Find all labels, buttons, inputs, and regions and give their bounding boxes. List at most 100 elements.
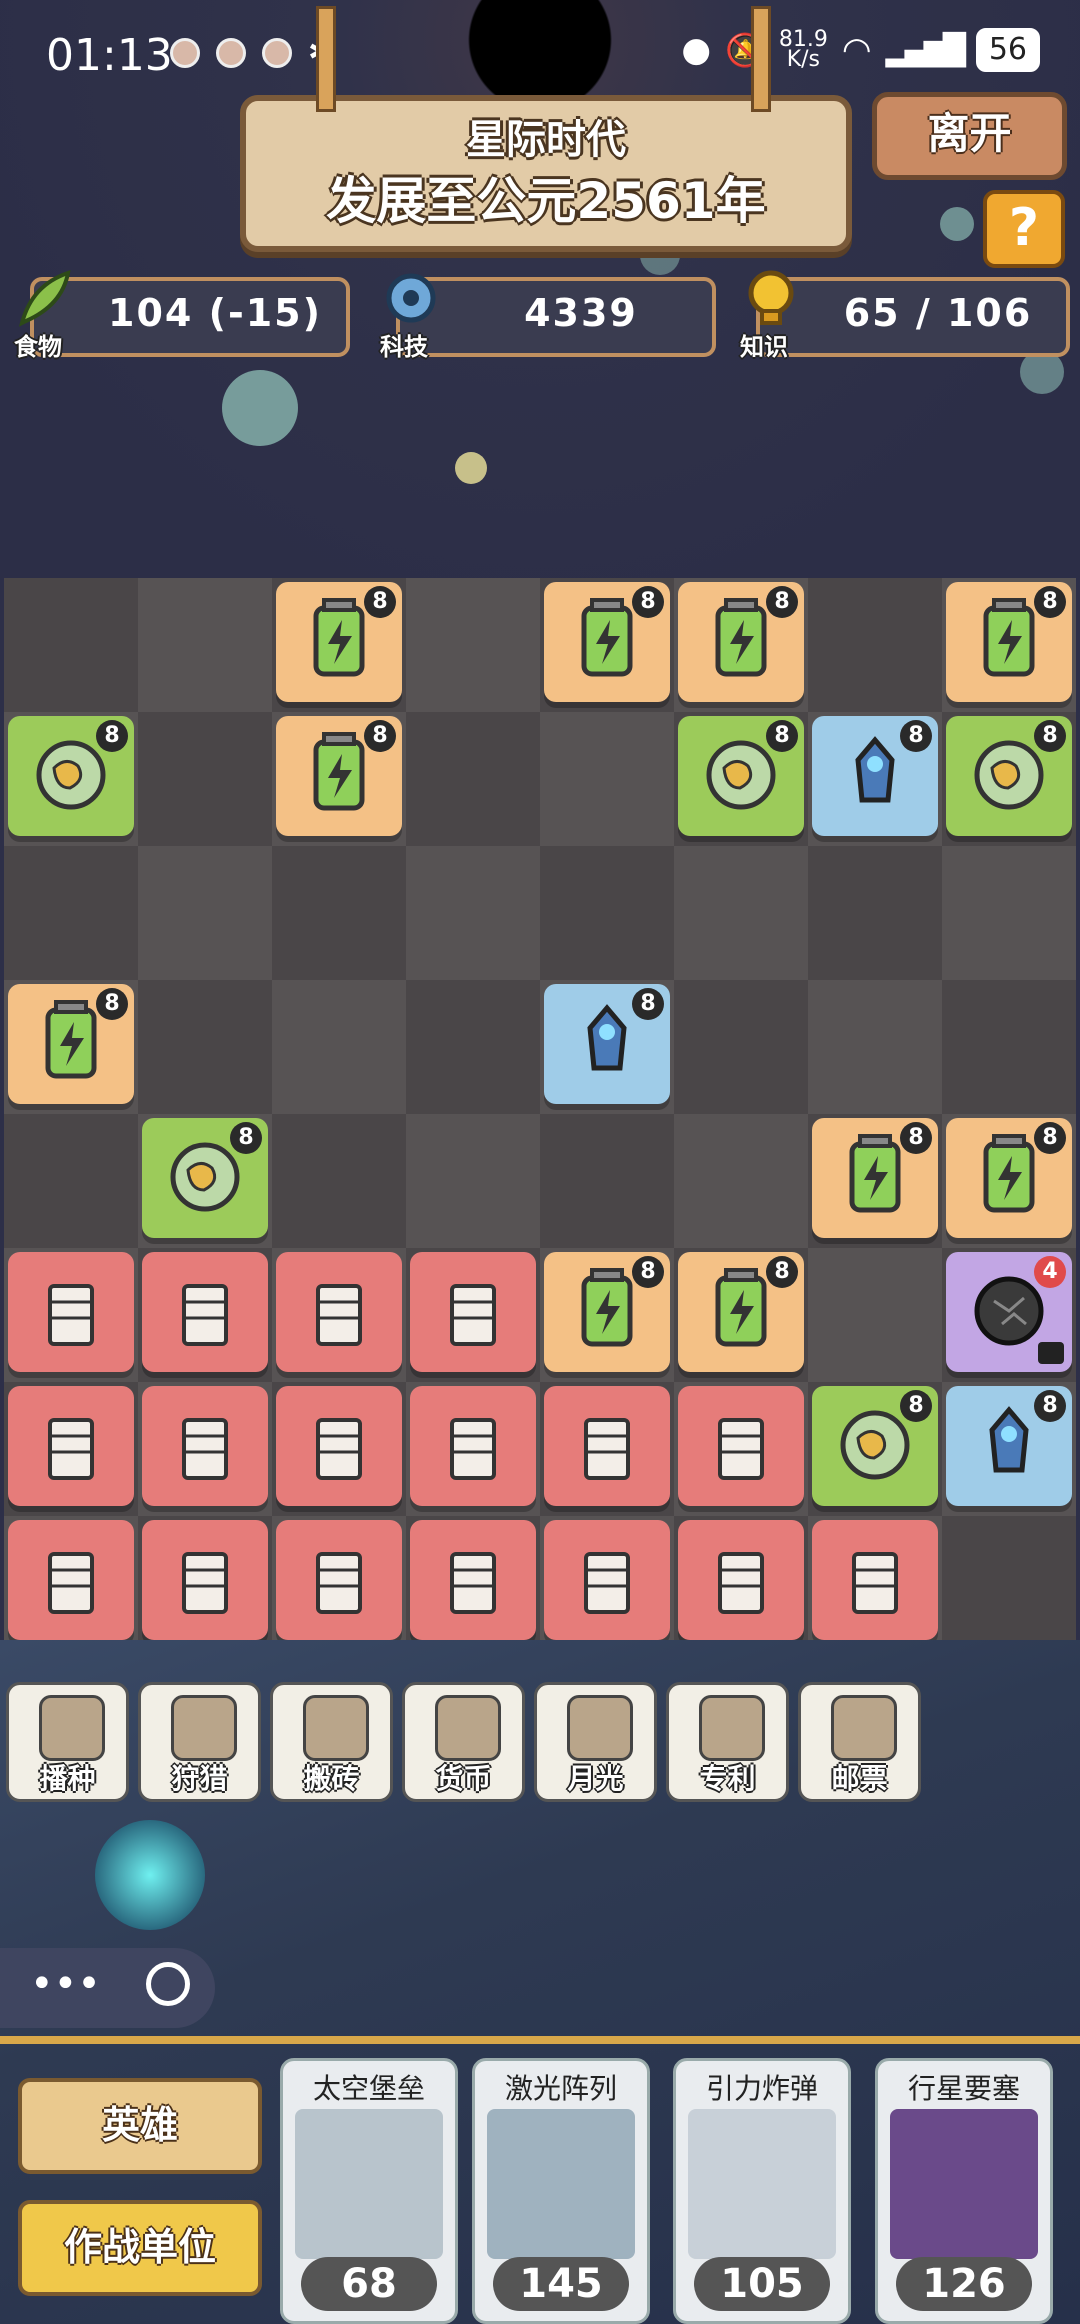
tile-machu-picchu[interactable] — [808, 1516, 942, 1650]
planet-tile-face: 8 — [678, 716, 804, 836]
tile-mecha[interactable]: 8 — [942, 1382, 1076, 1516]
level-badge: 8 — [766, 720, 798, 752]
tile-mecha[interactable]: 8 — [808, 712, 942, 846]
tile-angkor[interactable] — [272, 1382, 406, 1516]
tile-planet[interactable]: 8 — [138, 1114, 272, 1248]
tile-battery[interactable]: 8 — [540, 1248, 674, 1382]
tile-battery[interactable]: 8 — [4, 980, 138, 1114]
unit-card-art — [295, 2109, 443, 2259]
board-cell[interactable] — [406, 846, 540, 980]
tile-mayan-pyramid[interactable] — [540, 1382, 674, 1516]
board-cell[interactable] — [406, 980, 540, 1114]
board-cell[interactable] — [406, 1114, 540, 1248]
tool-moonlight[interactable]: 月光 — [534, 1682, 657, 1802]
board-cell[interactable] — [272, 980, 406, 1114]
battery-tile-face: 8 — [946, 1118, 1072, 1238]
tile-battery[interactable]: 8 — [674, 578, 808, 712]
unit-card[interactable]: 太空堡垒 68 — [280, 2058, 458, 2324]
tile-battery[interactable]: 8 — [272, 578, 406, 712]
board-cell[interactable] — [540, 712, 674, 846]
board-cell[interactable] — [808, 578, 942, 712]
tile-battery[interactable]: 8 — [942, 1114, 1076, 1248]
unit-card[interactable]: 行星要塞 126 — [875, 2058, 1053, 2324]
tile-pisa[interactable] — [272, 1516, 406, 1650]
battery-tile-face: 8 — [678, 582, 804, 702]
tile-pyramid[interactable] — [138, 1382, 272, 1516]
board-cell[interactable] — [272, 1114, 406, 1248]
tool-brick[interactable]: 搬砖 — [270, 1682, 393, 1802]
board-cell[interactable] — [540, 846, 674, 980]
hanging-garden-tile-face — [142, 1520, 268, 1640]
board-cell[interactable] — [4, 578, 138, 712]
unit-card[interactable]: 激光阵列 145 — [472, 2058, 650, 2324]
board-cell[interactable] — [808, 1248, 942, 1382]
hero-button[interactable]: 英雄 — [18, 2078, 262, 2174]
board-cell[interactable] — [674, 846, 808, 980]
tile-battery[interactable]: 8 — [942, 578, 1076, 712]
tile-battery[interactable]: 8 — [808, 1114, 942, 1248]
help-button[interactable]: ? — [983, 190, 1065, 268]
tile-hanging-garden[interactable] — [138, 1516, 272, 1650]
board-cell[interactable] — [406, 712, 540, 846]
stamp-icon — [831, 1695, 897, 1761]
tile-battery[interactable]: 8 — [272, 712, 406, 846]
liberty-icon — [450, 1418, 496, 1480]
board-cell[interactable] — [4, 846, 138, 980]
knowledge-resource: 知识 65 / 106 — [740, 270, 1070, 361]
tile-zeus[interactable] — [4, 1516, 138, 1650]
leave-button[interactable]: 离开 — [872, 92, 1067, 180]
tile-mecha[interactable]: 8 — [540, 980, 674, 1114]
tile-battery[interactable]: 8 — [540, 578, 674, 712]
board-cell[interactable] — [138, 578, 272, 712]
hanging-garden-icon — [182, 1552, 228, 1614]
more-icon[interactable]: ••• — [30, 1964, 101, 2004]
divider-line — [0, 2036, 1080, 2044]
board-cell[interactable] — [942, 1516, 1076, 1650]
level-badge: 8 — [364, 586, 396, 618]
level-badge: 8 — [96, 988, 128, 1020]
tool-patent[interactable]: 专利 — [666, 1682, 789, 1802]
tile-temple[interactable] — [138, 1248, 272, 1382]
tile-colosseum[interactable] — [540, 1516, 674, 1650]
tile-asteroid[interactable]: 4 — [942, 1248, 1076, 1382]
unit-card-name: 激光阵列 — [504, 2072, 617, 2105]
board-cell[interactable] — [808, 980, 942, 1114]
tile-statue[interactable] — [4, 1382, 138, 1516]
tile-lighthouse[interactable] — [4, 1248, 138, 1382]
board-cell[interactable] — [138, 980, 272, 1114]
board-cell[interactable] — [138, 846, 272, 980]
tool-hunter[interactable]: 狩猎 — [138, 1682, 261, 1802]
food-value: 104 (-15) — [108, 291, 322, 335]
board-cell[interactable] — [406, 578, 540, 712]
tool-coin[interactable]: 货币 — [402, 1682, 525, 1802]
mayan-pyramid-icon — [584, 1418, 630, 1480]
tile-great-wall[interactable] — [406, 1248, 540, 1382]
tile-eiffel[interactable] — [674, 1516, 808, 1650]
combat-units-button[interactable]: 作战单位 — [18, 2200, 262, 2296]
unit-card[interactable]: 引力炸弹 105 — [673, 2058, 851, 2324]
tile-liberty[interactable] — [406, 1382, 540, 1516]
exit-icon[interactable] — [146, 1962, 190, 2006]
board-cell[interactable] — [674, 1114, 808, 1248]
board-cell[interactable] — [272, 846, 406, 980]
tile-planet[interactable]: 8 — [674, 712, 808, 846]
tile-planet[interactable]: 8 — [808, 1382, 942, 1516]
tile-battery[interactable]: 8 — [674, 1248, 808, 1382]
board-cell[interactable] — [942, 980, 1076, 1114]
board-cell[interactable] — [942, 846, 1076, 980]
lock-icon — [1038, 1342, 1064, 1364]
tile-planet[interactable]: 8 — [4, 712, 138, 846]
mecha-tile-face: 8 — [544, 984, 670, 1104]
board-cell[interactable] — [674, 980, 808, 1114]
board-cell[interactable] — [4, 1114, 138, 1248]
tile-taj-mahal[interactable] — [406, 1516, 540, 1650]
board-cell[interactable] — [540, 1114, 674, 1248]
tool-stamp[interactable]: 邮票 — [798, 1682, 921, 1802]
board-cell[interactable] — [138, 712, 272, 846]
tool-seed[interactable]: 播种 — [6, 1682, 129, 1802]
board-cell[interactable] — [808, 846, 942, 980]
tile-planet[interactable]: 8 — [942, 712, 1076, 846]
tool-label: 邮票 — [831, 1762, 888, 1795]
tile-terracotta[interactable] — [272, 1248, 406, 1382]
tile-palace[interactable] — [674, 1382, 808, 1516]
